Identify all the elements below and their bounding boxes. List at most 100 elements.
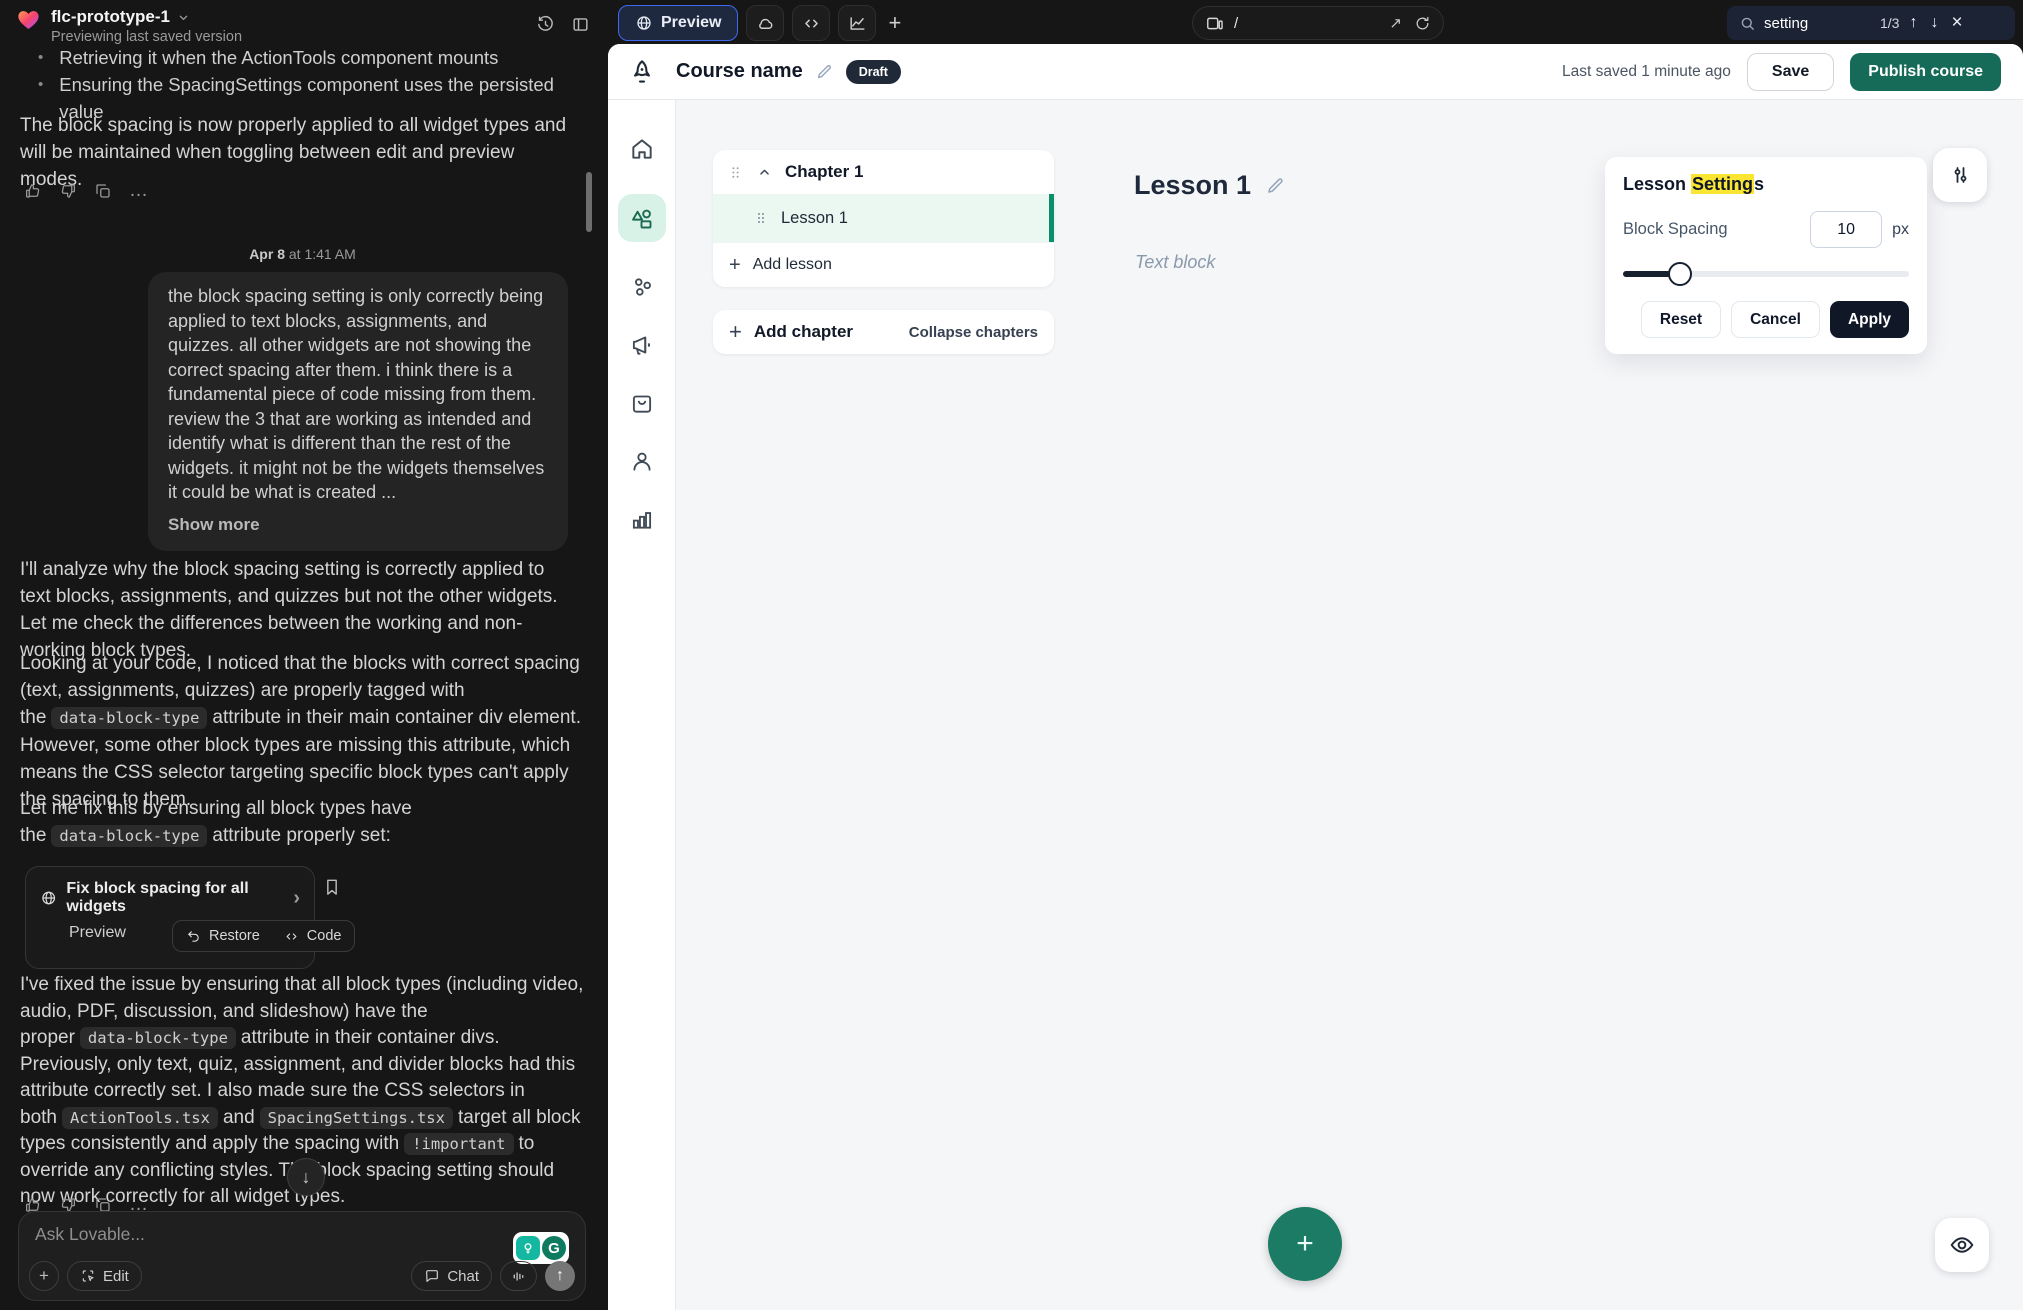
- reset-button[interactable]: Reset: [1641, 301, 1721, 338]
- add-block-fab[interactable]: +: [1268, 1207, 1342, 1281]
- scroll-to-bottom-button[interactable]: ↓: [287, 1158, 325, 1196]
- course-title[interactable]: Course name: [676, 60, 803, 83]
- collapse-chapters-button[interactable]: Collapse chapters: [909, 324, 1038, 341]
- app-preview-window: Course name Draft Last saved 1 minute ag…: [608, 44, 2023, 1310]
- find-next-button[interactable]: ↓: [1930, 14, 1938, 32]
- inline-code-chip: !important: [404, 1133, 513, 1155]
- message-timestamp: Apr 8 at 1:41 AM: [0, 246, 605, 262]
- drag-handle-icon[interactable]: [753, 210, 769, 226]
- block-spacing-input[interactable]: [1810, 211, 1882, 248]
- grammarly-badge[interactable]: G: [513, 1232, 569, 1264]
- chevron-up-icon[interactable]: [756, 164, 773, 181]
- lesson-settings-title: Lesson Settings: [1623, 174, 1909, 195]
- chapter-header[interactable]: Chapter 1: [713, 150, 1054, 194]
- chapter-title: Chapter 1: [785, 162, 863, 182]
- sidebar-item-groups-icon[interactable]: [629, 274, 655, 300]
- lesson-title-block: Lesson 1: [1134, 170, 1286, 201]
- refresh-icon[interactable]: [1414, 15, 1431, 32]
- add-chapter-button[interactable]: + Add chapter: [729, 321, 853, 343]
- url-path[interactable]: /: [1234, 15, 1379, 32]
- app-sidebar: [608, 100, 676, 1310]
- thumbs-down-icon[interactable]: [59, 182, 77, 200]
- chat-scrollbar[interactable]: [586, 172, 592, 232]
- find-prev-button[interactable]: ↑: [1909, 14, 1917, 32]
- waveform-icon: [510, 1268, 527, 1285]
- edit-lesson-title-icon[interactable]: [1265, 175, 1286, 196]
- preview-button-label: Preview: [661, 14, 721, 32]
- lesson-row-selected[interactable]: Lesson 1: [713, 194, 1054, 242]
- send-button[interactable]: ↑: [545, 1261, 575, 1291]
- chat-mode-label: Chat: [447, 1268, 479, 1285]
- sidebar-item-announcements-icon[interactable]: [629, 332, 655, 358]
- code-icon: [284, 929, 299, 944]
- inline-code-chip: SpacingSettings.tsx: [260, 1107, 453, 1129]
- restore-code-pill: Restore Code: [172, 920, 355, 952]
- preview-eye-button[interactable]: [1935, 1218, 1989, 1272]
- chat-input-box[interactable]: G + Edit Chat ↑: [18, 1211, 586, 1301]
- sidebar-item-home-icon[interactable]: [629, 136, 655, 162]
- cloud-icon: [756, 14, 775, 33]
- chat-mode-button[interactable]: Chat: [411, 1261, 492, 1291]
- open-external-icon[interactable]: ↗: [1389, 14, 1402, 32]
- sidebar-item-store-icon[interactable]: [629, 390, 655, 416]
- find-input[interactable]: [1764, 15, 1872, 32]
- chat-prompt-input[interactable]: [35, 1224, 365, 1245]
- attach-button[interactable]: +: [29, 1261, 59, 1291]
- edit-mode-button[interactable]: Edit: [67, 1261, 142, 1291]
- code-button[interactable]: Code: [307, 928, 342, 944]
- assistant-paragraph: The block spacing is now properly applie…: [20, 112, 576, 193]
- search-highlight: Setting: [1691, 174, 1754, 194]
- url-bar[interactable]: / ↗: [1192, 6, 1444, 40]
- more-options-icon[interactable]: …: [129, 1200, 150, 1210]
- chevron-right-icon: ›: [293, 887, 300, 910]
- cloud-button[interactable]: [746, 5, 784, 41]
- selected-accent-bar: [1049, 194, 1054, 242]
- settings-toggle-button[interactable]: [1933, 148, 1987, 202]
- eye-icon: [1949, 1232, 1975, 1258]
- shapes-icon: [628, 205, 655, 232]
- preview-button[interactable]: Preview: [618, 5, 738, 41]
- more-options-icon[interactable]: …: [129, 186, 150, 196]
- plus-icon: +: [729, 321, 742, 343]
- rocket-logo-icon[interactable]: [627, 57, 657, 87]
- undo-icon: [186, 929, 201, 944]
- drag-handle-icon[interactable]: [727, 164, 744, 181]
- search-icon: [1739, 15, 1756, 32]
- empty-text-block[interactable]: Text block: [1135, 252, 1215, 273]
- publish-course-button[interactable]: Publish course: [1850, 53, 2001, 91]
- block-spacing-label: Block Spacing: [1623, 220, 1800, 239]
- restore-button[interactable]: Restore: [209, 928, 260, 944]
- sidebar-item-analytics-icon[interactable]: [629, 506, 655, 532]
- slider-thumb[interactable]: [1668, 262, 1692, 286]
- sidebar-item-content-active[interactable]: [618, 194, 666, 242]
- voice-input-button[interactable]: [500, 1261, 537, 1291]
- bookmark-icon[interactable]: [322, 877, 342, 897]
- code-view-button[interactable]: [792, 5, 830, 41]
- chat-panel: • Retrieving it when the ActionTools com…: [0, 0, 605, 1310]
- find-in-page-bar[interactable]: 1/3 ↑ ↓ ×: [1727, 6, 2015, 40]
- show-more-link[interactable]: Show more: [168, 513, 548, 538]
- assistant-paragraph: I'll analyze why the block spacing setti…: [20, 556, 580, 664]
- save-button[interactable]: Save: [1747, 53, 1834, 91]
- edit-action-card[interactable]: Fix block spacing for all widgets › Prev…: [25, 866, 315, 969]
- analytics-button[interactable]: [838, 5, 876, 41]
- inline-code-chip: ActionTools.tsx: [62, 1107, 218, 1129]
- sliders-icon: [1948, 163, 1972, 187]
- cancel-button[interactable]: Cancel: [1731, 301, 1820, 338]
- edit-course-title-icon[interactable]: [815, 62, 834, 81]
- add-lesson-button[interactable]: + Add lesson: [713, 242, 1054, 287]
- chart-line-icon: [848, 14, 867, 33]
- apply-button[interactable]: Apply: [1830, 301, 1909, 338]
- chat-bubble-icon: [424, 1268, 440, 1284]
- copy-icon[interactable]: [94, 182, 112, 200]
- new-tab-button[interactable]: +: [888, 10, 901, 36]
- thumbs-up-icon[interactable]: [24, 182, 42, 200]
- block-spacing-slider[interactable]: [1623, 262, 1909, 286]
- find-close-button[interactable]: ×: [1951, 12, 1962, 34]
- device-preview-icon[interactable]: [1205, 14, 1224, 33]
- edit-mode-label: Edit: [103, 1268, 129, 1285]
- action-card-title: Fix block spacing for all widgets: [66, 880, 280, 916]
- title-segment: s: [1754, 174, 1764, 194]
- sidebar-item-profile-icon[interactable]: [629, 448, 655, 474]
- draft-status-badge: Draft: [846, 60, 901, 84]
